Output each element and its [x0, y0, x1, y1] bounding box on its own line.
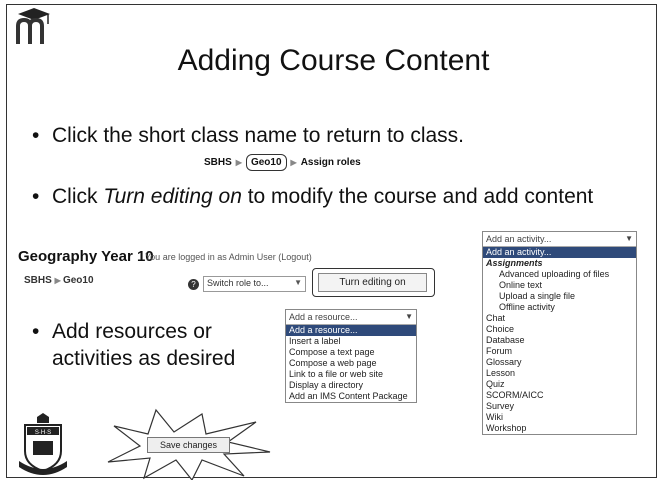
bullet-2-text: Click Turn editing on to modify the cour… — [52, 185, 594, 208]
breadcrumb-course-link[interactable]: Geo10 — [245, 154, 287, 171]
activity-option[interactable]: Glossary — [483, 357, 636, 368]
activity-option[interactable]: Workshop — [483, 423, 636, 434]
svg-text:S·H·S: S·H·S — [35, 430, 51, 436]
activity-option[interactable]: Survey — [483, 401, 636, 412]
login-note: You are logged in as Admin User (Logout) — [145, 252, 312, 262]
activity-option[interactable]: Lesson — [483, 368, 636, 379]
activity-option[interactable]: Wiki — [483, 412, 636, 423]
course-breadcrumb: SBHS ▶ Geo10 — [24, 275, 94, 286]
activity-option[interactable]: SCORM/AICC — [483, 390, 636, 401]
add-activity-dropdown[interactable]: Add an activity... ▼ Add an activity... … — [482, 231, 637, 435]
activity-option[interactable]: Quiz — [483, 379, 636, 390]
moodle-logo-icon — [16, 8, 50, 44]
activity-option[interactable]: Advanced uploading of files — [483, 269, 636, 280]
resource-option[interactable]: Link to a file or web site — [286, 369, 416, 380]
activity-option[interactable]: Choice — [483, 324, 636, 335]
turn-editing-on-button[interactable]: Turn editing on — [318, 273, 427, 292]
chevron-down-icon: ▼ — [405, 312, 413, 321]
help-icon[interactable]: ? — [188, 279, 199, 290]
resource-option[interactable]: Add an IMS Content Package — [286, 391, 416, 402]
activity-option[interactable]: Offline activity — [483, 302, 636, 313]
chevron-down-icon: ▼ — [294, 278, 302, 287]
add-resource-select-value: Add a resource... — [289, 312, 358, 322]
switch-role-select[interactable]: Switch role to... ▼ — [203, 276, 306, 292]
school-crest-icon: S·H·S — [19, 413, 67, 475]
breadcrumb-current-page: Assign roles — [300, 157, 361, 168]
course-title: Geography Year 10 — [18, 248, 154, 265]
bullet-dot: • — [32, 124, 40, 147]
activity-option[interactable]: Chat — [483, 313, 636, 324]
breadcrumb-course-link[interactable]: Geo10 — [63, 275, 94, 286]
activity-group-label: Assignments — [486, 258, 543, 268]
bullet-2: • Click Turn editing on to modify the co… — [32, 183, 652, 210]
resource-option[interactable]: Compose a web page — [286, 358, 416, 369]
activity-option[interactable]: Upload a single file — [483, 291, 636, 302]
add-resource-select[interactable]: Add a resource... ▼ — [286, 310, 416, 325]
switch-role-value: Switch role to... — [207, 278, 269, 288]
breadcrumb-arrow-icon: ▶ — [54, 276, 63, 285]
turn-editing-highlight: Turn editing on — [312, 268, 435, 297]
bullet-1: • Click the short class name to return t… — [32, 122, 464, 149]
activity-option-selected[interactable]: Add an activity... — [483, 247, 636, 258]
save-changes-button[interactable]: Save changes — [147, 437, 230, 453]
resource-option-selected[interactable]: Add a resource... — [286, 325, 416, 336]
bullet-1-text: Click the short class name to return to … — [52, 124, 464, 147]
chevron-down-icon: ▼ — [625, 234, 633, 243]
breadcrumb-arrow-icon: ▶ — [235, 158, 242, 167]
resource-option[interactable]: Compose a text page — [286, 347, 416, 358]
activity-option[interactable]: Forum — [483, 346, 636, 357]
bullet-dot: • — [32, 320, 40, 343]
breadcrumb-site-link[interactable]: SBHS — [204, 157, 232, 168]
breadcrumb-assign-roles: SBHS ▶ Geo10 ▶ Assign roles — [204, 154, 361, 171]
activity-option[interactable]: Database — [483, 335, 636, 346]
add-activity-select-value: Add an activity... — [486, 234, 552, 244]
bullet-3: • Add resources or activities as desired — [32, 318, 272, 372]
add-activity-select[interactable]: Add an activity... ▼ — [483, 232, 636, 247]
bullet-3-text: Add resources or activities as desired — [52, 320, 236, 370]
add-resource-dropdown[interactable]: Add a resource... ▼ Add a resource... In… — [285, 309, 417, 403]
activity-option[interactable]: Online text — [483, 280, 636, 291]
bullet-dot: • — [32, 185, 40, 208]
breadcrumb-site-link[interactable]: SBHS — [24, 275, 52, 286]
breadcrumb-arrow-icon: ▶ — [290, 158, 297, 167]
resource-option[interactable]: Insert a label — [286, 336, 416, 347]
resource-option[interactable]: Display a directory — [286, 380, 416, 391]
slide-title: Adding Course Content — [177, 44, 490, 77]
